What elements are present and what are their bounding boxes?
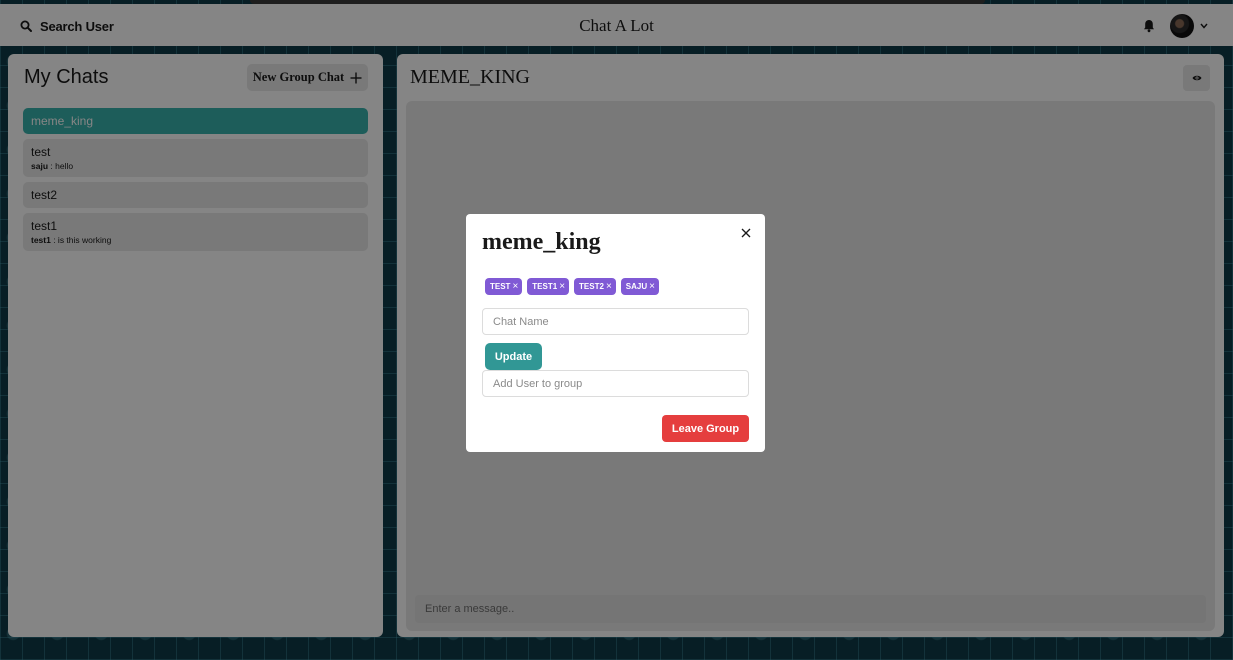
update-group-modal: meme_king TEST × TEST1 × TEST2 × SAJU × …: [466, 214, 765, 452]
member-badge-saju[interactable]: SAJU ×: [620, 278, 659, 295]
member-badge-test[interactable]: TEST ×: [485, 278, 523, 295]
close-icon: [741, 228, 751, 238]
leave-group-button[interactable]: Leave Group: [662, 415, 749, 442]
member-badge-test1[interactable]: TEST1 ×: [527, 278, 570, 295]
modal-title: meme_king: [482, 229, 601, 255]
member-badge-label: SAJU: [625, 282, 648, 291]
chat-name-input[interactable]: [482, 308, 749, 335]
remove-member-icon[interactable]: ×: [559, 281, 565, 292]
remove-member-icon[interactable]: ×: [512, 281, 518, 292]
member-badge-label: TEST2: [579, 282, 604, 291]
remove-member-icon[interactable]: ×: [649, 281, 655, 292]
member-badges: TEST × TEST1 × TEST2 × SAJU ×: [485, 278, 659, 295]
member-badge-test2[interactable]: TEST2 ×: [574, 278, 616, 295]
member-badge-label: TEST: [490, 282, 511, 291]
update-button[interactable]: Update: [485, 343, 542, 370]
member-badge-label: TEST1: [532, 282, 558, 291]
add-user-input[interactable]: [482, 370, 749, 397]
remove-member-icon[interactable]: ×: [606, 281, 612, 292]
close-button[interactable]: [735, 222, 757, 244]
